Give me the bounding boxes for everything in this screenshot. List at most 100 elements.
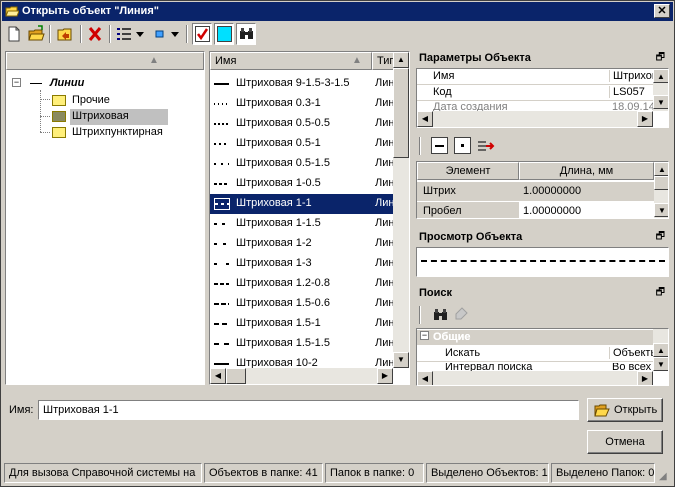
list-item[interactable]: Штриховая 1.5-1 Лин	[210, 314, 393, 334]
list-vertical-scrollbar[interactable]: ▲ ▼	[393, 52, 409, 368]
title-bar[interactable]: Открыть объект "Линия" ✕	[2, 2, 673, 21]
toolbar-separator	[186, 25, 188, 43]
check-toggle[interactable]	[192, 23, 212, 45]
param-row[interactable]: Имя Штриховая	[417, 69, 655, 85]
name-input[interactable]: Штриховая 1-1	[38, 400, 579, 420]
column-header-type[interactable]: Тип	[372, 52, 394, 70]
list-item[interactable]: Штриховая 1-3 Лин	[210, 254, 393, 274]
dash-element-button[interactable]	[431, 137, 448, 154]
list-item[interactable]: Штриховая 1.5-1.5 Лин	[210, 334, 393, 354]
params-vertical-scrollbar[interactable]: ▲ ▼	[653, 69, 668, 111]
binoculars-icon[interactable]	[433, 308, 448, 322]
scroll-thumb[interactable]	[393, 68, 409, 158]
status-objects-count: Объектов в папке: 41	[204, 463, 323, 483]
scroll-right-button[interactable]: ▶	[377, 368, 393, 384]
group-collapse-toggle[interactable]: −	[420, 331, 429, 340]
scroll-up-button[interactable]: ▲	[654, 162, 668, 176]
tree-root-label[interactable]: Линии	[50, 77, 84, 89]
element-row-value[interactable]: 1.00000000	[519, 202, 654, 218]
scroll-right-button[interactable]: ▶	[637, 371, 653, 385]
tree-item-shtrikhpunktirnaya[interactable]: Штрихпунктирная	[50, 125, 200, 141]
elements-vertical-scrollbar[interactable]: ▲ ▼	[654, 162, 668, 218]
status-folders-count: Папок в папке: 0	[325, 463, 424, 483]
pin-icon[interactable]: 🗗	[656, 228, 665, 246]
color-toggle[interactable]	[214, 23, 234, 45]
search-panel-title: Поиск 🗗	[416, 284, 669, 302]
scroll-down-button[interactable]: ▼	[653, 357, 668, 371]
scroll-left-button[interactable]: ◀	[417, 371, 433, 385]
line-pattern-icon	[214, 120, 230, 128]
object-list[interactable]: Имя ▲ Тип Штриховая 9-1.5-3-1.5 Лин Штрихо…	[209, 51, 410, 385]
open-button[interactable]: Открыть	[587, 398, 663, 422]
scroll-down-button[interactable]: ▼	[653, 95, 668, 109]
element-row-key[interactable]: Пробел	[417, 202, 519, 218]
scroll-thumb[interactable]	[226, 368, 246, 384]
param-row[interactable]: Код LS057	[417, 85, 654, 101]
resize-grip-icon[interactable]: ◢	[659, 471, 671, 483]
element-row-key[interactable]: Штрих	[417, 182, 519, 201]
tree-item-prochie[interactable]: Прочие	[50, 93, 180, 109]
list-item[interactable]: Штриховая 1.2-0.8 Лин	[210, 274, 393, 294]
list-item-type: Лин	[375, 317, 393, 329]
delete-icon[interactable]	[87, 23, 103, 45]
list-item[interactable]: Штриховая 0.5-1 Лин	[210, 134, 393, 154]
search-vertical-scrollbar[interactable]: ▲ ▼	[653, 329, 668, 371]
filter-icon[interactable]	[152, 23, 168, 45]
scroll-right-button[interactable]: ▶	[637, 111, 653, 127]
tree-collapse-toggle[interactable]: −	[12, 78, 21, 87]
folder-up-icon[interactable]	[56, 23, 74, 45]
list-item[interactable]: Штриховая 9-1.5-3-1.5 Лин	[210, 74, 393, 94]
scroll-up-button[interactable]: ▲	[653, 343, 668, 357]
list-item[interactable]: Штриховая 1.5-0.6 Лин	[210, 294, 393, 314]
scroll-left-button[interactable]: ◀	[417, 111, 433, 127]
toolbar-separator	[49, 25, 51, 43]
tree-item-shtrikhovaya[interactable]: Штриховая	[50, 109, 170, 125]
close-button[interactable]: ✕	[654, 4, 670, 18]
list-item[interactable]: Штриховая 0.5-0.5 Лин	[210, 114, 393, 134]
clear-search-icon[interactable]	[453, 307, 469, 323]
scroll-left-button[interactable]: ◀	[210, 368, 226, 384]
scroll-thumb[interactable]	[654, 176, 668, 190]
view-mode-icon[interactable]	[115, 23, 133, 45]
line-pattern-icon	[214, 100, 230, 108]
filter-dropdown-icon[interactable]	[170, 23, 180, 45]
scroll-down-button[interactable]: ▼	[654, 203, 668, 217]
find-toggle[interactable]	[236, 23, 256, 45]
param-row[interactable]: Дата создания 18.09.14	[417, 101, 654, 111]
list-item[interactable]: Штриховая 0.5-1.5 Лин	[210, 154, 393, 174]
view-mode-dropdown-icon[interactable]	[135, 23, 145, 45]
scroll-up-button[interactable]: ▲	[653, 69, 668, 83]
list-item-name: Штриховая 1.5-1.5	[236, 337, 330, 349]
list-item[interactable]: Штриховая 0.3-1 Лин	[210, 94, 393, 114]
elements-grid[interactable]: Элемент Длина, мм Штрих 1.00000000 Пробе…	[416, 161, 669, 219]
scroll-down-button[interactable]: ▼	[393, 352, 409, 368]
list-item[interactable]: Штриховая 1-1.5 Лин	[210, 214, 393, 234]
search-grid[interactable]: − Общие Искать Объекты Интервал поиска В…	[416, 328, 669, 386]
dot-element-button[interactable]	[454, 137, 471, 154]
list-horizontal-scrollbar[interactable]: ◀ ▶	[210, 368, 393, 384]
line-pattern-icon	[214, 280, 230, 288]
search-horizontal-scrollbar[interactable]: ◀ ▶	[417, 371, 653, 385]
column-header-length[interactable]: Длина, мм	[519, 162, 654, 180]
tree-header[interactable]: ▲	[6, 52, 204, 70]
list-item[interactable]: Штриховая 1-0.5 Лин	[210, 174, 393, 194]
pin-icon[interactable]: 🗗	[656, 49, 665, 67]
cancel-button[interactable]: Отмена	[587, 430, 663, 454]
open-folder-icon[interactable]	[27, 23, 45, 45]
params-horizontal-scrollbar[interactable]: ◀ ▶	[417, 111, 653, 127]
column-header-name[interactable]: Имя ▲	[210, 52, 372, 70]
folder-tree[interactable]: ▲ − Линии Прочие Штриховая Штрихпунктирн…	[5, 51, 205, 385]
params-grid[interactable]: Имя Штриховая Код LS057 Дата создания 18…	[416, 68, 669, 128]
column-header-element[interactable]: Элемент	[417, 162, 519, 180]
insert-element-icon[interactable]	[477, 138, 495, 154]
list-item[interactable]: Штриховая 1-2 Лин	[210, 234, 393, 254]
scroll-up-button[interactable]: ▲	[393, 52, 409, 68]
line-pattern-icon	[214, 198, 230, 210]
element-row-value[interactable]: 1.00000000	[519, 182, 654, 201]
search-row[interactable]: Искать Объекты	[417, 346, 655, 362]
sort-arrow-icon: ▲	[149, 55, 159, 66]
new-file-icon[interactable]	[6, 23, 22, 45]
search-group-header[interactable]: − Общие	[417, 330, 654, 345]
pin-icon[interactable]: 🗗	[656, 284, 665, 302]
list-item[interactable]: Штриховая 1-1 Лин	[210, 194, 393, 214]
